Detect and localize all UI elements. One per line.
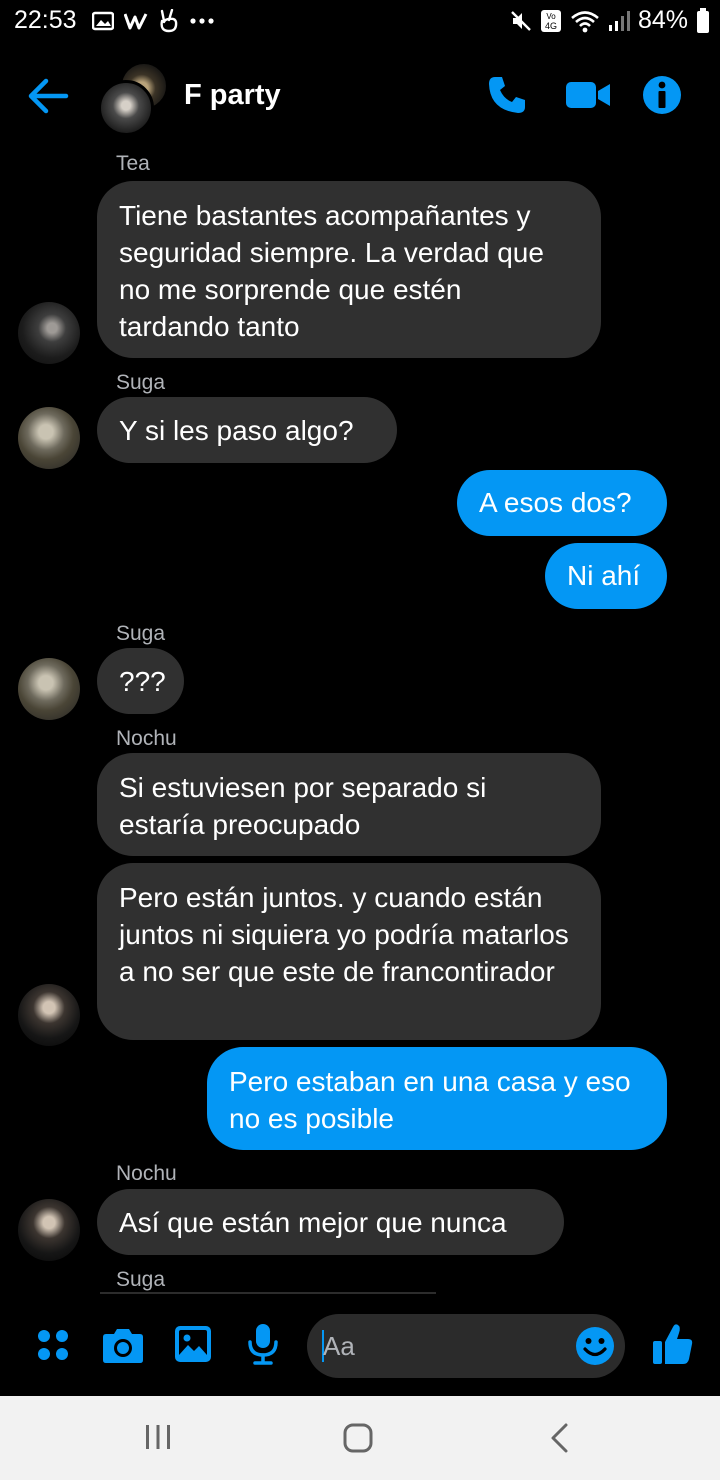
message-bubble-outgoing[interactable]: Pero estaban en una casa y eso no es pos…: [207, 1047, 667, 1150]
group-avatar[interactable]: [98, 62, 168, 136]
thumbs-up-icon[interactable]: [652, 1322, 694, 1366]
sender-name: Suga: [116, 371, 166, 394]
volte-4g-icon: Vo4G: [540, 9, 561, 32]
sender-name: Nochu: [116, 727, 177, 750]
battery-icon: [697, 7, 709, 33]
phone-icon[interactable]: [486, 74, 528, 116]
battery-percentage: 84%: [637, 6, 688, 34]
message-bubble-incoming[interactable]: Así que están mejor que nunca: [97, 1189, 564, 1255]
message-bubble-incoming[interactable]: Y si les paso algo?: [97, 397, 397, 463]
mute-icon: [511, 10, 531, 31]
sender-name: Suga: [116, 622, 166, 645]
svg-text:Vo: Vo: [546, 12, 556, 21]
recent-apps-icon[interactable]: [143, 1422, 173, 1452]
avatar[interactable]: [18, 658, 80, 720]
chat-title[interactable]: F party: [184, 79, 281, 112]
w-app-icon: [124, 13, 148, 30]
apps-grid-icon[interactable]: [36, 1328, 70, 1362]
sender-name: Suga: [116, 1268, 166, 1291]
emoji-icon[interactable]: [575, 1326, 615, 1366]
video-icon[interactable]: [564, 74, 612, 116]
message-bubble-outgoing[interactable]: Ni ahí: [545, 543, 667, 609]
system-icons: Vo 4G 84%: [510, 6, 710, 35]
notification-icons: [92, 8, 214, 34]
avatar: [98, 80, 154, 136]
partial-message-bubble: [100, 1292, 436, 1294]
status-bar: 22:53 Vo 4G 84%: [0, 0, 720, 44]
message-bubble-incoming[interactable]: ???: [97, 648, 184, 714]
message-input[interactable]: Aa: [307, 1314, 625, 1378]
camera-icon[interactable]: [102, 1326, 144, 1364]
back-icon[interactable]: [548, 1422, 572, 1454]
message-bubble-outgoing[interactable]: A esos dos?: [457, 470, 667, 536]
wifi-icon: [571, 10, 599, 32]
more-dots-icon: [190, 18, 214, 24]
back-arrow-icon[interactable]: [26, 76, 70, 116]
message-bubble-incoming[interactable]: Si estuviesen por separado si estaría pr…: [97, 753, 601, 856]
svg-text:4G: 4G: [545, 21, 557, 31]
navigation-bar: [0, 1396, 720, 1480]
message-bubble-incoming[interactable]: Pero están juntos. y cuando están juntos…: [97, 863, 601, 1040]
chat-header: F party: [0, 52, 720, 142]
sender-name: Tea: [116, 152, 150, 175]
home-icon[interactable]: [342, 1422, 374, 1454]
avatar[interactable]: [18, 1199, 80, 1261]
avatar[interactable]: [18, 407, 80, 469]
status-time: 22:53: [14, 6, 77, 34]
message-bubble-incoming[interactable]: Tiene bastantes acompañantes y seguridad…: [97, 181, 601, 358]
gallery-icon: [92, 11, 114, 31]
signal-icon: [608, 10, 630, 31]
microphone-icon[interactable]: [246, 1323, 280, 1365]
sender-name: Nochu: [116, 1162, 177, 1185]
message-input-placeholder: Aa: [323, 1331, 355, 1361]
peace-hand-icon: [160, 9, 178, 33]
image-icon[interactable]: [174, 1325, 212, 1363]
avatar[interactable]: [18, 302, 80, 364]
message-composer: Aa: [0, 1306, 720, 1392]
avatar[interactable]: [18, 984, 80, 1046]
info-icon[interactable]: [641, 74, 683, 116]
